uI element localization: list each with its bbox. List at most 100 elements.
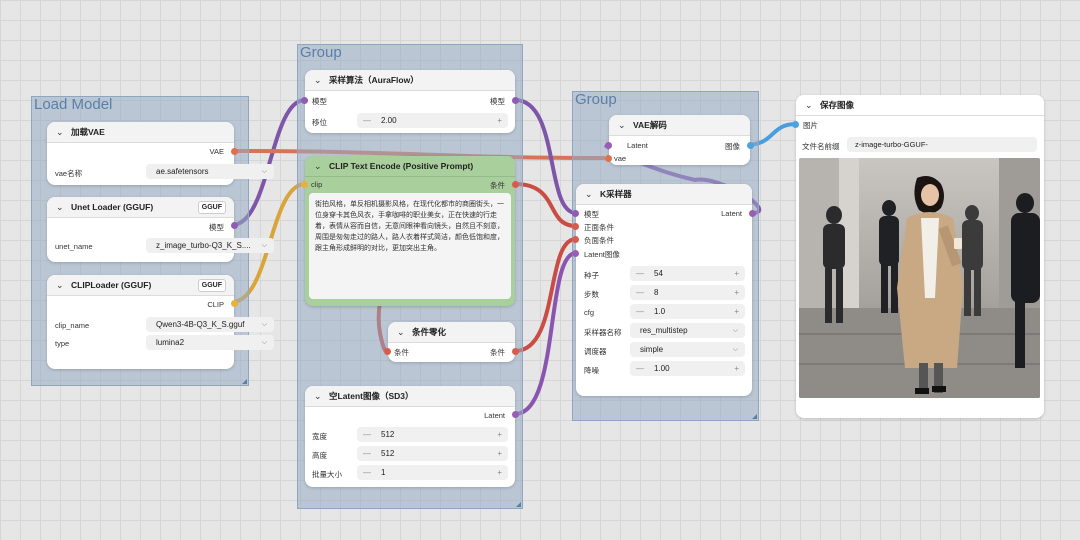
zero-cond-node[interactable]: ⌄ 条件零化 条件 条件: [384, 322, 519, 362]
gguf-badge: GGUF: [197, 279, 226, 292]
input-label-positive: 正面条件: [584, 223, 614, 232]
seed-stepper[interactable]: —54 +: [630, 266, 745, 281]
chevron-down-icon[interactable]: ⌄: [585, 184, 593, 205]
input-socket-image[interactable]: [792, 121, 799, 128]
steps-stepper[interactable]: —8 +: [630, 285, 745, 300]
output-socket-clip[interactable]: [231, 300, 238, 307]
node-header[interactable]: ⌄ 加载VAE: [47, 122, 234, 143]
ksampler-node[interactable]: ⌄ K采样器 模型 Latent 正面条件 负面条件 Latent图像 种子 —5…: [572, 184, 756, 396]
empty-latent-node[interactable]: ⌄ 空Latent图像（SD3） Latent 宽度 —512 + 高度 —512 +…: [305, 386, 519, 487]
prompt-textarea[interactable]: 街拍风格，单反相机摄影风格，在现代化都市的商圈街头，一位身穿卡其色风衣，手拿咖啡…: [309, 193, 511, 299]
chevron-down-icon: ⌵: [261, 168, 267, 175]
save-image-node[interactable]: ⌄ 保存图像 图片 文件名前缀 z-image-turbo-GGUF-: [792, 95, 1044, 418]
input-socket-negative[interactable]: [572, 236, 579, 243]
input-socket-model[interactable]: [301, 97, 308, 104]
input-socket-latent[interactable]: [605, 142, 612, 149]
plus-icon: +: [734, 288, 739, 297]
vae-name-select[interactable]: ae.safetensors ⌵: [146, 164, 274, 179]
output-socket-cond[interactable]: [512, 181, 519, 188]
node-header[interactable]: ⌄ 保存图像: [796, 95, 1044, 116]
sampler-select[interactable]: res_multistep ⌵: [630, 323, 745, 338]
scheduler-select[interactable]: simple ⌵: [630, 342, 745, 357]
node-title: CLIPLoader (GGUF): [71, 280, 152, 290]
output-label-model: 模型: [209, 223, 224, 232]
node-title: 空Latent图像（SD3）: [329, 391, 414, 401]
chevron-down-icon: ⌵: [732, 327, 738, 334]
chevron-down-icon[interactable]: ⌄: [56, 197, 64, 218]
output-label-model: 模型: [490, 97, 505, 106]
field-label: 高度: [312, 451, 327, 460]
chevron-down-icon[interactable]: ⌄: [397, 322, 405, 343]
plus-icon: +: [497, 430, 502, 439]
node-title: 条件零化: [412, 327, 447, 337]
node-header[interactable]: ⌄ K采样器: [576, 184, 752, 205]
output-socket-image[interactable]: [747, 142, 754, 149]
node-header[interactable]: ⌄ 采样算法（AuraFlow）: [305, 70, 515, 91]
height-stepper[interactable]: —512 +: [357, 446, 508, 461]
resize-handle[interactable]: [752, 414, 757, 419]
chevron-down-icon[interactable]: ⌄: [314, 386, 322, 407]
denoise-stepper[interactable]: —1.00 +: [630, 361, 745, 376]
input-socket-cond[interactable]: [384, 348, 391, 355]
clip-loader-node[interactable]: ⌄ CLIPLoader (GGUF) GGUF CLIP clip_name Qw…: [47, 275, 274, 369]
output-socket-latent[interactable]: [749, 210, 756, 217]
chevron-down-icon[interactable]: ⌄: [314, 70, 322, 91]
field-label: 批量大小: [312, 470, 342, 479]
chevron-down-icon[interactable]: ⌄: [618, 115, 626, 136]
batch-stepper[interactable]: —1 +: [357, 465, 508, 480]
input-socket-vae[interactable]: [605, 155, 612, 162]
unet-name-select[interactable]: z_image_turbo-Q3_K_S.... ⌵: [146, 238, 274, 253]
chevron-down-icon[interactable]: ⌄: [314, 156, 322, 177]
input-label-clip: clip: [311, 180, 323, 189]
field-label: 调度器: [584, 347, 607, 356]
resize-handle[interactable]: [516, 502, 521, 507]
shift-stepper[interactable]: —2.00 +: [357, 113, 508, 128]
gguf-badge: GGUF: [197, 201, 226, 214]
node-title: 加载VAE: [71, 127, 105, 137]
output-socket-cond[interactable]: [512, 348, 519, 355]
node-header[interactable]: ⌄ CLIP Text Encode (Positive Prompt): [305, 156, 515, 177]
wire-cond-neg: [514, 237, 577, 353]
plus-icon: +: [734, 269, 739, 278]
sampling-node[interactable]: ⌄ 采样算法（AuraFlow） 模型 模型 移位 —2.00 +: [301, 70, 519, 133]
vae-decode-node[interactable]: ⌄ VAE解码 Latent 图像 vae: [605, 115, 754, 165]
wire-latent: [514, 251, 577, 416]
input-label-model: 模型: [584, 210, 599, 219]
output-socket-vae[interactable]: [231, 148, 238, 155]
chevron-down-icon[interactable]: ⌄: [805, 95, 813, 116]
unet-loader-node[interactable]: ⌄ Unet Loader (GGUF) GGUF 模型 unet_name z_i…: [47, 197, 274, 262]
resize-handle[interactable]: [242, 379, 247, 384]
field-label: 移位: [312, 118, 327, 127]
input-socket-model[interactable]: [572, 210, 579, 217]
input-label-vae: vae: [614, 154, 627, 163]
group-title: Group: [575, 91, 617, 108]
field-label: 宽度: [312, 432, 327, 441]
node-header[interactable]: ⌄ Unet Loader (GGUF) GGUF: [47, 197, 234, 218]
output-socket-model[interactable]: [512, 97, 519, 104]
input-label-image: 图片: [803, 121, 818, 130]
input-socket-clip[interactable]: [301, 181, 308, 188]
node-title: VAE解码: [633, 120, 667, 130]
output-socket-model[interactable]: [231, 222, 238, 229]
output-label-image: 图像: [725, 142, 740, 151]
output-image-preview: [799, 158, 1040, 398]
clip-text-encode-node[interactable]: ⌄ CLIP Text Encode (Positive Prompt) clip…: [301, 156, 519, 306]
node-header[interactable]: ⌄ CLIPLoader (GGUF) GGUF: [47, 275, 234, 296]
cfg-stepper[interactable]: —1.0 +: [630, 304, 745, 319]
output-socket-latent[interactable]: [512, 411, 519, 418]
chevron-down-icon[interactable]: ⌄: [56, 275, 64, 296]
node-header[interactable]: ⌄ VAE解码: [609, 115, 750, 136]
chevron-down-icon: ⌵: [261, 242, 267, 249]
vae-loader-node[interactable]: ⌄ 加载VAE VAE vae名称 ae.safetensors ⌵: [47, 122, 274, 185]
node-header[interactable]: ⌄ 空Latent图像（SD3）: [305, 386, 515, 407]
clip-name-select[interactable]: Qwen3-4B-Q3_K_S.gguf ⌵: [146, 317, 274, 332]
type-select[interactable]: lumina2 ⌵: [146, 335, 274, 350]
input-socket-latent[interactable]: [572, 250, 579, 257]
node-title: Unet Loader (GGUF): [71, 202, 154, 212]
chevron-down-icon[interactable]: ⌄: [56, 122, 64, 143]
output-label-latent: Latent: [721, 209, 742, 218]
input-socket-positive[interactable]: [572, 223, 579, 230]
width-stepper[interactable]: —512 +: [357, 427, 508, 442]
filename-prefix-input[interactable]: z-image-turbo-GGUF-: [847, 137, 1037, 152]
node-header[interactable]: ⌄ 条件零化: [388, 322, 515, 343]
